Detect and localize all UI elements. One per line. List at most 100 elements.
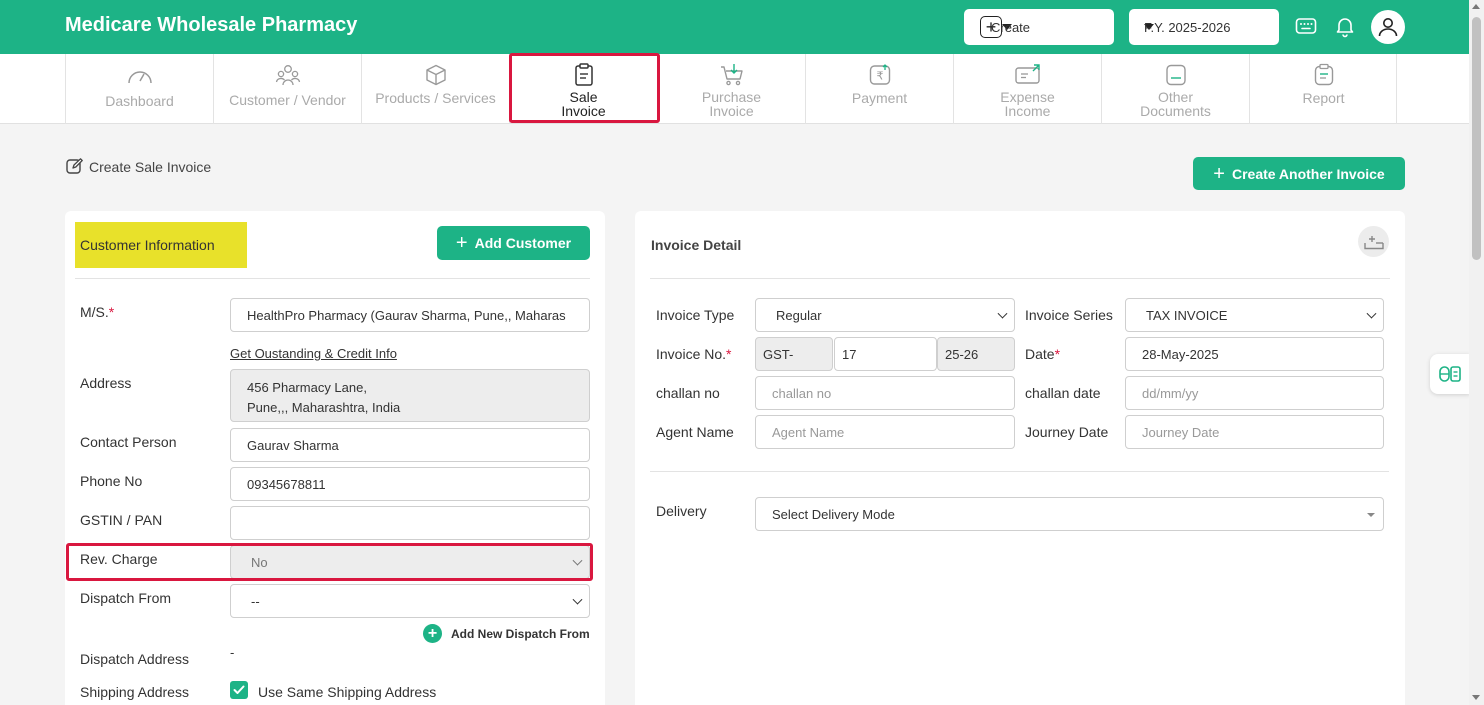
- chevron-down-icon: [1366, 308, 1377, 319]
- invoice-series-select[interactable]: TAX INVOICE: [1125, 298, 1384, 332]
- bell-icon[interactable]: [1333, 14, 1357, 38]
- add-new-dispatch-label: Add New Dispatch From: [451, 626, 590, 641]
- report-icon: [1314, 63, 1333, 86]
- address-textarea[interactable]: 456 Pharmacy Lane, Pune,,, Maharashtra, …: [230, 369, 590, 422]
- nav-dashboard-label: Dashboard: [105, 93, 174, 109]
- contact-person-input[interactable]: Gaurav Sharma: [230, 428, 590, 462]
- dispatch-address-label: Dispatch Address: [80, 651, 189, 667]
- delivery-mode-value: Select Delivery Mode: [772, 506, 895, 522]
- invoice-type-value: Regular: [776, 307, 822, 323]
- box-icon: [425, 64, 446, 86]
- fiscal-year-label: F.Y. 2025-2026: [1144, 19, 1231, 35]
- plus-icon: +: [455, 232, 468, 254]
- dispatch-address-value: -: [230, 645, 235, 660]
- nav-purchase-invoice-label: Purchase Invoice: [701, 89, 762, 119]
- nav-expense-income[interactable]: Expense Income: [953, 54, 1101, 124]
- users-icon: [275, 65, 300, 86]
- scroll-up-arrow-icon[interactable]: [1472, 4, 1480, 9]
- nav-divider: [1396, 54, 1397, 124]
- invoice-series-label: Invoice Series: [1025, 307, 1113, 323]
- invoice-pill-icon: [1439, 366, 1461, 382]
- phone-label: Phone No: [80, 473, 143, 489]
- create-dropdown-button[interactable]: + Create: [964, 9, 1114, 45]
- invoice-prefix-field: GST-: [755, 337, 833, 371]
- invoice-detail-card: [635, 211, 1405, 705]
- divider: [650, 471, 1389, 472]
- phone-input[interactable]: 09345678811: [230, 467, 590, 501]
- nav-report-label: Report: [1302, 90, 1345, 106]
- address-line-2: Pune,,, Maharashtra, India: [247, 400, 401, 415]
- date-label: Date*: [1025, 346, 1061, 362]
- add-new-dispatch-button[interactable]: + Add New Dispatch From: [423, 624, 590, 643]
- nav-payment[interactable]: ₹ Payment: [805, 54, 953, 124]
- nav-other-documents-label: Other Documents: [1140, 89, 1211, 119]
- create-another-invoice-button[interactable]: + Create Another Invoice: [1193, 157, 1405, 190]
- invoice-section-title: Invoice Detail: [651, 237, 742, 253]
- address-label: Address: [80, 375, 132, 391]
- invoice-type-select[interactable]: Regular: [755, 298, 1015, 332]
- nav-other-documents[interactable]: Other Documents: [1101, 54, 1249, 124]
- keyboard-icon[interactable]: [1294, 14, 1318, 38]
- create-another-invoice-label: Create Another Invoice: [1231, 165, 1385, 182]
- fiscal-year-dropdown[interactable]: F.Y. 2025-2026: [1129, 9, 1279, 45]
- chevron-down-icon: [997, 308, 1008, 319]
- invoice-suffix-field: 25-26: [937, 337, 1015, 371]
- plus-icon: +: [1213, 162, 1225, 185]
- rev-charge-annotation: [66, 543, 593, 581]
- address-line-1: 456 Pharmacy Lane,: [247, 380, 367, 395]
- add-customer-label: Add Customer: [474, 235, 572, 251]
- upload-button[interactable]: [1358, 226, 1389, 257]
- nav-products-services-label: Products / Services: [375, 90, 496, 106]
- top-bar: Medicare Wholesale Pharmacy + Create F.Y…: [0, 0, 1469, 54]
- invoice-series-value: TAX INVOICE: [1146, 307, 1228, 323]
- create-label: Create: [991, 19, 1031, 35]
- scroll-down-arrow-icon[interactable]: [1472, 695, 1480, 700]
- invoice-date-input[interactable]: 28-May-2025: [1125, 337, 1384, 371]
- page-title-text: Create Sale Invoice: [89, 158, 212, 175]
- nav-customer-vendor[interactable]: Customer / Vendor: [213, 54, 361, 124]
- delivery-label: Delivery: [656, 503, 707, 519]
- same-shipping-checkbox[interactable]: [230, 681, 248, 699]
- gstin-input[interactable]: [230, 506, 590, 540]
- invoice-number-input[interactable]: 17: [834, 337, 937, 371]
- user-avatar[interactable]: [1371, 10, 1405, 44]
- page-scrollbar[interactable]: [1469, 0, 1484, 705]
- agent-name-input[interactable]: Agent Name: [755, 415, 1015, 449]
- nav-dashboard[interactable]: Dashboard: [65, 54, 213, 124]
- nav-expense-income-label: Expense Income: [1000, 89, 1055, 119]
- shipping-address-label: Shipping Address: [80, 684, 189, 700]
- side-widget-button[interactable]: [1430, 354, 1470, 394]
- nav-products-services[interactable]: Products / Services: [361, 54, 509, 124]
- add-customer-button[interactable]: + Add Customer: [437, 226, 590, 260]
- check-icon: [233, 685, 245, 694]
- gauge-icon: [127, 71, 152, 84]
- invoice-no-label: Invoice No.*: [656, 346, 732, 362]
- invoice-type-label: Invoice Type: [656, 307, 735, 323]
- plus-circle-icon: +: [423, 624, 442, 643]
- delivery-mode-select[interactable]: Select Delivery Mode: [755, 497, 1384, 531]
- same-shipping-label: Use Same Shipping Address: [258, 684, 437, 700]
- app-title: Medicare Wholesale Pharmacy: [65, 14, 358, 36]
- divider: [650, 278, 1390, 279]
- challan-no-input[interactable]: challan no: [755, 376, 1015, 410]
- nav-report[interactable]: Report: [1249, 54, 1397, 124]
- challan-date-input[interactable]: dd/mm/yy: [1125, 376, 1384, 410]
- challan-date-label: challan date: [1025, 385, 1101, 401]
- nav-purchase-invoice[interactable]: Purchase Invoice: [657, 54, 805, 124]
- chevron-down-icon: [572, 594, 583, 605]
- outstanding-credit-link[interactable]: Get Oustanding & Credit Info: [230, 346, 397, 361]
- svg-text:₹: ₹: [876, 70, 883, 83]
- journey-date-input[interactable]: Journey Date: [1125, 415, 1384, 449]
- gstin-label: GSTIN / PAN: [80, 512, 163, 528]
- scrollbar-thumb[interactable]: [1472, 17, 1481, 260]
- customer-section-title: Customer Information: [75, 222, 247, 268]
- journey-date-label: Journey Date: [1025, 424, 1109, 440]
- active-tab-annotation: [509, 53, 660, 123]
- user-avatar-icon: [1378, 18, 1398, 37]
- nav-customer-vendor-label: Customer / Vendor: [229, 92, 346, 108]
- page-title: Create Sale Invoice: [66, 158, 211, 175]
- rupee-icon: ₹: [869, 64, 890, 85]
- customer-name-input[interactable]: HealthPro Pharmacy (Gaurav Sharma, Pune,…: [230, 298, 590, 332]
- contact-person-label: Contact Person: [80, 434, 177, 450]
- dispatch-from-select[interactable]: --: [230, 584, 590, 618]
